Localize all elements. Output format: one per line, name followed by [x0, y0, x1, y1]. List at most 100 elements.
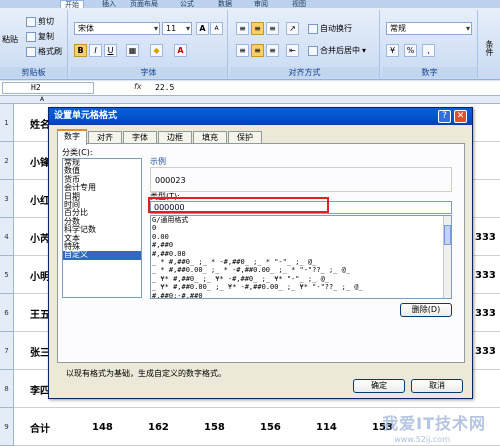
align-top-icon[interactable]: ≡ [236, 22, 249, 35]
value-cell[interactable]: 333 [475, 332, 496, 370]
paste-button[interactable]: 粘贴 [2, 34, 18, 45]
format-code-item[interactable]: 0 [151, 224, 451, 232]
value-cell[interactable]: 156 [260, 408, 281, 446]
indent-icon[interactable]: ⇤ [286, 44, 299, 57]
tab-review[interactable]: 审阅 [250, 0, 272, 8]
watermark-logo: 我爱IT技术网 [382, 414, 486, 433]
value-cell[interactable]: 162 [148, 408, 169, 446]
name-cell[interactable]: 小芮 [30, 218, 50, 256]
name-cell[interactable]: 小锋 [30, 142, 50, 180]
name-cell[interactable]: 小红 [30, 180, 50, 218]
row-header[interactable]: 4 [0, 218, 14, 256]
format-code-item[interactable]: #,##0.00 [151, 250, 451, 258]
tab-view[interactable]: 视图 [288, 0, 310, 8]
row-header[interactable]: 5 [0, 256, 14, 294]
align-right-icon[interactable]: ≡ [266, 44, 279, 57]
grow-font-button[interactable]: A [196, 22, 209, 35]
conditional-format-button[interactable]: 条件 [484, 40, 495, 56]
number-format-select[interactable]: 常规 [386, 22, 472, 35]
help-button[interactable]: ? [438, 110, 451, 123]
format-code-item[interactable]: G/通用格式 [151, 216, 451, 224]
value-cell[interactable]: 148 [92, 408, 113, 446]
value-cell[interactable]: 114 [316, 408, 337, 446]
currency-icon[interactable]: ¥ [386, 44, 399, 57]
scrollbar-thumb[interactable] [444, 225, 451, 245]
row-header[interactable]: 6 [0, 294, 14, 332]
name-cell[interactable]: 合计 [30, 408, 50, 446]
name-cell[interactable]: 张三 [30, 332, 50, 370]
tab-formulas[interactable]: 公式 [176, 0, 198, 8]
copy-button[interactable]: 复制 [26, 31, 54, 42]
orientation-icon[interactable]: ↗ [286, 22, 299, 35]
font-color-button[interactable]: A [174, 44, 187, 57]
name-cell[interactable]: 姓名 [30, 104, 50, 142]
name-cell[interactable]: 李四 [30, 370, 50, 408]
value-cell[interactable]: 333 [475, 256, 496, 294]
row-header[interactable]: 9 [0, 408, 14, 446]
align-center-icon[interactable]: ≡ [251, 44, 264, 57]
ok-button[interactable]: 确定 [353, 379, 405, 393]
row-header[interactable]: 7 [0, 332, 14, 370]
row-header[interactable]: 3 [0, 180, 14, 218]
tab-page-layout[interactable]: 页面布局 [126, 0, 162, 8]
tab-data[interactable]: 数据 [214, 0, 236, 8]
font-name-select[interactable]: 宋体 [74, 22, 160, 35]
ribbon-tabs: 开始 插入 页面布局 公式 数据 审阅 视图 [0, 0, 500, 9]
name-box[interactable]: H2 [2, 82, 94, 94]
font-size-select[interactable]: 11 [162, 22, 192, 35]
format-code-item[interactable]: _ ¥* #,##0.00_ ;_ ¥* -#,##0.00_ ;_ ¥* "-… [151, 283, 451, 291]
border-icon[interactable]: ▦ [126, 44, 139, 57]
name-cell[interactable]: 小明 [30, 256, 50, 294]
close-button[interactable]: ✕ [454, 110, 467, 123]
tab-home[interactable]: 开始 [60, 0, 84, 9]
shrink-font-button[interactable]: A [210, 22, 223, 35]
ribbon: 粘贴 剪切 复制 格式刷 剪贴板 宋体 11 A A B I U ▦ ◆ A 字… [0, 8, 500, 80]
tab-number[interactable]: 数字 [57, 129, 87, 145]
sample-label: 示例 [150, 157, 166, 166]
comma-icon[interactable]: , [422, 44, 435, 57]
delete-button[interactable]: 删除(D) [400, 303, 452, 317]
format-painter-button[interactable]: 格式刷 [26, 46, 62, 57]
category-list[interactable]: 常规 数值 货币 会计专用 日期 时间 百分比 分数 科学记数 文本 特殊 自定义 [62, 158, 142, 298]
row-header[interactable]: 8 [0, 370, 14, 408]
format-code-item[interactable]: #,##0;-#,##0 [151, 292, 451, 298]
format-code-item[interactable]: _ * #,##0.00_ ;_ * -#,##0.00_ ;_ * "-"??… [151, 266, 451, 274]
formula-input[interactable]: 22.5 [155, 83, 174, 92]
underline-button[interactable]: U [104, 44, 117, 57]
formula-bar: H2 fx 22.5 [0, 81, 500, 96]
align-middle-icon[interactable]: ≡ [251, 22, 264, 35]
value-cell[interactable]: 333 [475, 294, 496, 332]
cut-button[interactable]: 剪切 [26, 16, 54, 27]
brush-icon [26, 46, 36, 57]
fx-icon[interactable]: fx [134, 82, 142, 91]
format-code-item[interactable]: _ ¥* #,##0_ ;_ ¥* -#,##0_ ;_ ¥* "-"_ ;_ … [151, 275, 451, 283]
wrap-text-button[interactable]: 自动换行 [308, 23, 352, 34]
highlight-box [148, 197, 329, 213]
merge-icon [308, 45, 318, 56]
fill-color-icon[interactable]: ◆ [150, 44, 163, 57]
clipboard-group: 粘贴 剪切 复制 格式刷 剪贴板 [0, 10, 68, 78]
tab-insert[interactable]: 插入 [98, 0, 120, 8]
category-item[interactable]: 自定义 [63, 250, 141, 260]
merge-center-button[interactable]: 合并后居中 ▾ [308, 45, 366, 56]
chevron-down-icon: ▾ [362, 46, 367, 55]
paste-label: 粘贴 [2, 35, 18, 44]
value-cell[interactable]: 158 [204, 408, 225, 446]
format-code-item[interactable]: _ * #,##0_ ;_ * -#,##0_ ;_ * "-"_ ;_ @_ [151, 258, 451, 266]
bold-button[interactable]: B [74, 44, 87, 57]
align-bottom-icon[interactable]: ≡ [266, 22, 279, 35]
value-cell[interactable]: 333 [475, 218, 496, 256]
cancel-button[interactable]: 取消 [411, 379, 463, 393]
percent-icon[interactable]: % [404, 44, 417, 57]
format-code-list[interactable]: G/通用格式 0 0.00 #,##0 #,##0.00 _ * #,##0_ ;_ * … [150, 215, 452, 299]
format-list-scrollbar[interactable] [443, 216, 451, 298]
align-left-icon[interactable]: ≡ [236, 44, 249, 57]
number-tab-panel: 分类(C): 常规 数值 货币 会计专用 日期 时间 百分比 分数 科学记数 文本 特殊 自定义 示例… [57, 143, 465, 378]
row-header[interactable]: 1 [0, 104, 14, 142]
format-code-item[interactable]: #,##0 [151, 241, 451, 249]
column-a-header[interactable]: A [40, 96, 44, 104]
name-cell[interactable]: 王五 [30, 294, 50, 332]
italic-button[interactable]: I [89, 44, 102, 57]
row-header[interactable]: 2 [0, 142, 14, 180]
format-code-item[interactable]: 0.00 [151, 233, 451, 241]
